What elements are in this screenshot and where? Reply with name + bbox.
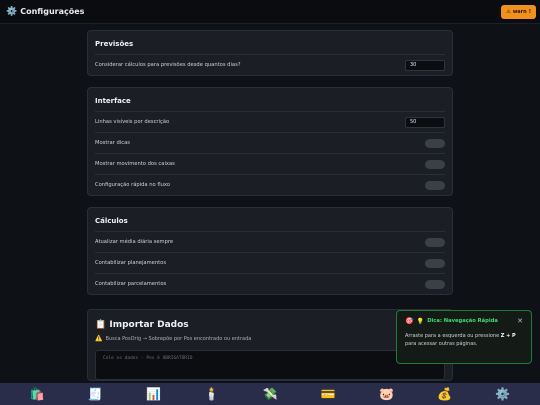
forecast-days-input[interactable]: 30 (405, 59, 445, 71)
warning-icon: ⚠️ (95, 335, 103, 342)
interface-card: Interface Linhas visíveis por descrição … (87, 87, 453, 196)
credit-card-icon[interactable]: 💳 (318, 388, 338, 400)
interface-title: Interface (95, 97, 131, 105)
forecast-days-label: Considerar cálculos para previsões desde… (95, 62, 241, 68)
quick-config-toggle[interactable] (425, 180, 445, 190)
lines-input[interactable]: 50 (405, 116, 445, 128)
piggy-bank-icon[interactable]: 🐷 (376, 388, 396, 400)
show-cash-toggle[interactable] (425, 159, 445, 169)
bottom-nav: 🛍️ 🧾 📊 🕯️ 💸 💳 🐷 💰 ⚙️ (0, 383, 540, 405)
shopping-bags-icon[interactable]: 🛍️ (27, 388, 47, 400)
receipt-icon[interactable]: 🧾 (85, 388, 105, 400)
calculos-title: Cálculos (95, 217, 128, 225)
show-tips-row: Mostrar dicas (95, 132, 445, 153)
toast-body-suffix: para acessar outras páginas. (405, 340, 478, 347)
chart-icon[interactable]: 📊 (144, 388, 164, 400)
update-avg-row: Atualizar média diária sempre (95, 231, 445, 252)
count-installments-label: Contabilizar parcelamentos (95, 281, 167, 287)
update-avg-label: Atualizar média diária sempre (95, 239, 174, 245)
show-cash-row: Mostrar movimento dos caixas (95, 153, 445, 174)
importar-title: Importar Dados (109, 320, 189, 330)
show-tips-label: Mostrar dicas (95, 140, 130, 146)
calculos-card: Cálculos Atualizar média diária sempre C… (87, 207, 453, 295)
importar-title-row: 📋 Importar Dados (95, 310, 445, 335)
toast-title: Dica: Navegação Rápida (427, 318, 498, 324)
close-icon[interactable]: ✕ (517, 317, 523, 325)
toast-shortcut: Z + P (500, 333, 516, 339)
quick-config-label: Configuração rápida no fluxo (95, 182, 171, 188)
lightbulb-icon: 💡 (416, 317, 425, 325)
previsoes-title: Previsões (95, 40, 134, 48)
importar-note-text: Busca PosOrig → Sobrepõe por Pos encontr… (105, 335, 252, 342)
money-bag-icon[interactable]: 💰 (435, 388, 455, 400)
warn-button-badge: ! (528, 9, 531, 15)
page-title: Configurações (20, 7, 85, 16)
toast-body-prefix: Arraste para a esquerda ou pressione (405, 333, 501, 339)
previsoes-card: Previsões Considerar cálculos para previ… (87, 30, 453, 76)
lines-label: Linhas visíveis por descrição (95, 119, 170, 125)
warning-icon: ⚠ (506, 9, 511, 15)
count-plans-row: Contabilizar planejamentos (95, 252, 445, 273)
candle-icon[interactable]: 🕯️ (202, 388, 222, 400)
count-installments-toggle[interactable] (425, 279, 445, 289)
warn-button-label: warn (512, 9, 527, 15)
show-cash-label: Mostrar movimento dos caixas (95, 161, 175, 167)
show-tips-toggle[interactable] (425, 138, 445, 148)
count-installments-row: Contabilizar parcelamentos (95, 273, 445, 294)
money-wings-icon[interactable]: 💸 (260, 388, 280, 400)
toast-header: 🎯 💡 Dica: Navegação Rápida ✕ (405, 317, 523, 325)
paste-data-textarea[interactable]: Cole os dados - Pos é OBRIGATÓRIO (95, 350, 445, 380)
update-avg-toggle[interactable] (425, 237, 445, 247)
quick-config-row: Configuração rápida no fluxo (95, 174, 445, 195)
warn-button[interactable]: ⚠ warn ! (501, 5, 536, 19)
count-plans-toggle[interactable] (425, 258, 445, 268)
top-bar: ⚙️ Configurações ⚠ warn ! (0, 0, 540, 24)
clipboard-icon: 📋 (95, 320, 107, 330)
target-icon: 🎯 (405, 317, 414, 325)
count-plans-label: Contabilizar planejamentos (95, 260, 167, 266)
importar-note: ⚠️ Busca PosOrig → Sobrepõe por Pos enco… (95, 335, 445, 350)
lines-row: Linhas visíveis por descrição 50 (95, 111, 445, 132)
gear-icon: ⚙️ (6, 6, 18, 17)
forecast-days-row: Considerar cálculos para previsões desde… (95, 54, 445, 75)
tip-toast: 🎯 💡 Dica: Navegação Rápida ✕ Arraste par… (396, 310, 532, 364)
toast-body: Arraste para a esquerda ou pressione Z +… (405, 333, 523, 348)
gear-icon[interactable]: ⚙️ (493, 388, 513, 400)
